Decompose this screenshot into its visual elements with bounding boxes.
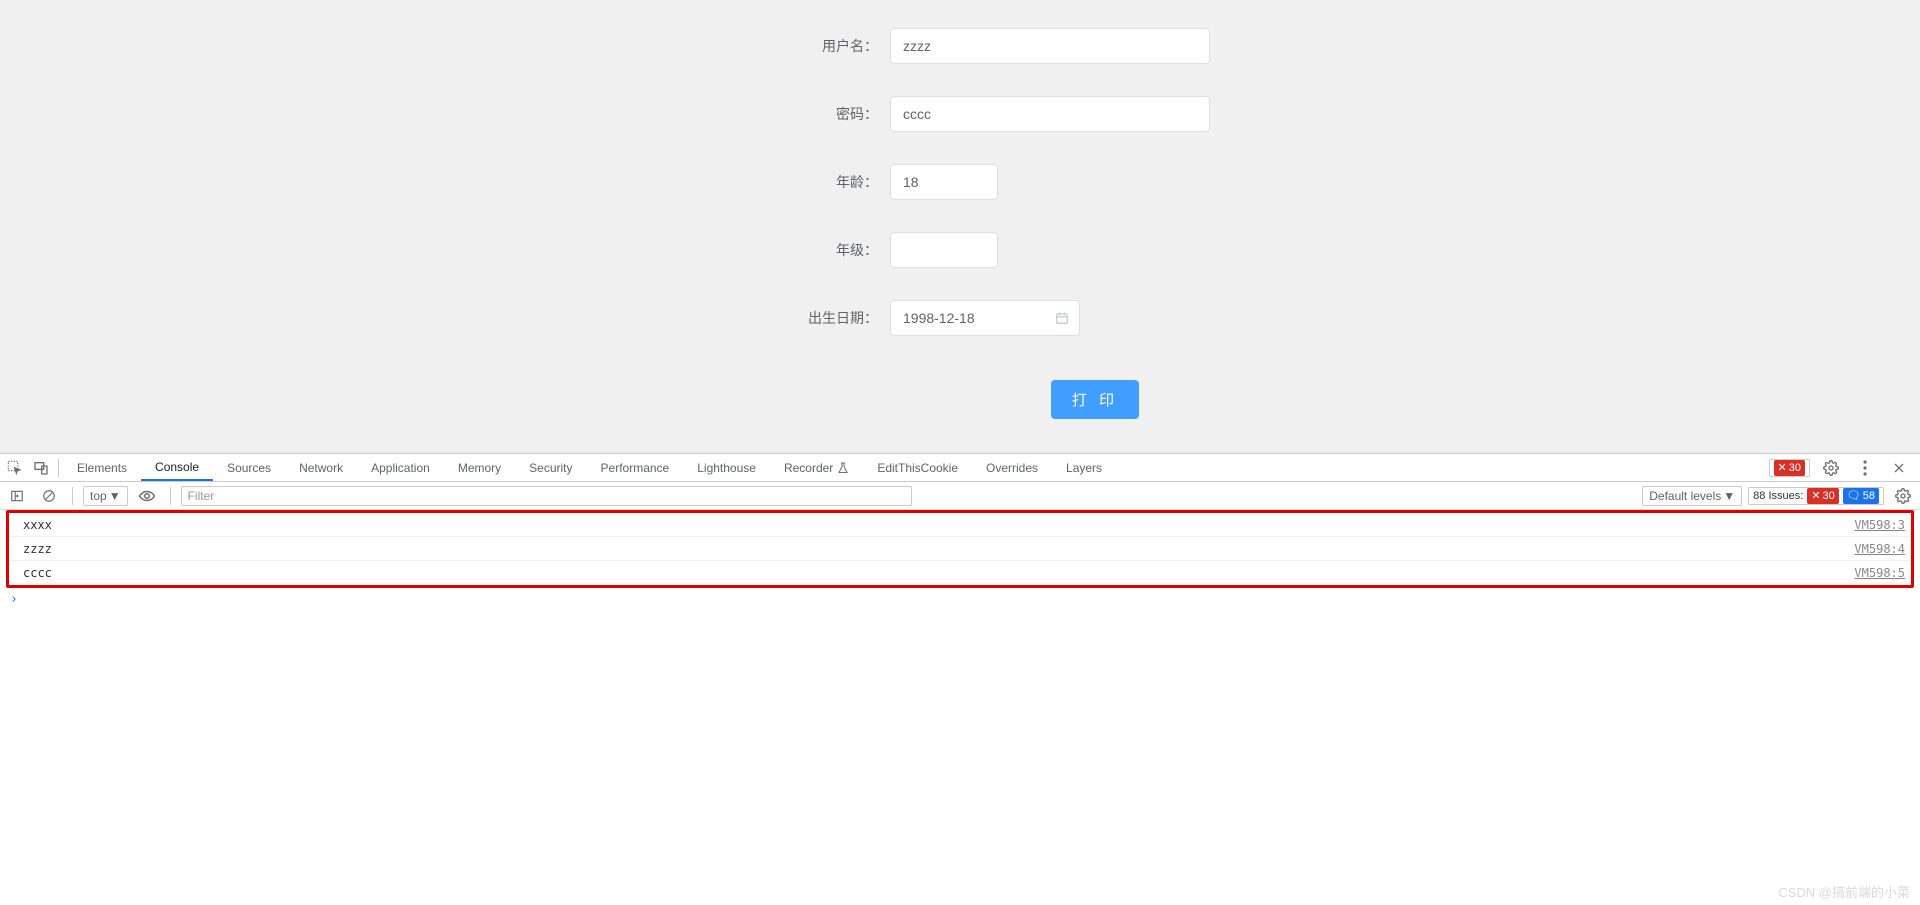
tab-performance[interactable]: Performance <box>587 454 684 481</box>
console-output: xxxx VM598:3 zzzz VM598:4 cccc VM598:5 › <box>0 510 1920 611</box>
console-source-link[interactable]: VM598:3 <box>1854 518 1905 532</box>
row-grade: 年级： <box>560 232 1360 268</box>
console-toolbar: top ▼ Filter Default levels ▼ 88 Issues:… <box>0 482 1920 510</box>
tab-memory[interactable]: Memory <box>444 454 515 481</box>
separator <box>72 487 73 505</box>
error-badge: ✕ 30 <box>1774 460 1805 476</box>
input-age[interactable] <box>890 164 998 200</box>
input-birth-value: 1998-12-18 <box>903 310 975 326</box>
levels-label: Default levels <box>1649 489 1721 503</box>
console-row[interactable]: xxxx VM598:3 <box>9 513 1911 537</box>
tab-sources[interactable]: Sources <box>213 454 285 481</box>
tab-console[interactable]: Console <box>141 454 213 481</box>
tab-lighthouse[interactable]: Lighthouse <box>683 454 770 481</box>
label-birth: 出生日期： <box>560 308 890 328</box>
input-grade[interactable] <box>890 232 998 268</box>
filter-input[interactable]: Filter <box>181 486 913 506</box>
tab-recorder-label: Recorder <box>784 461 833 475</box>
chevron-down-icon: ▼ <box>1723 489 1735 503</box>
tab-layers[interactable]: Layers <box>1052 454 1116 481</box>
issues-info-badge: 🗨 58 <box>1843 488 1879 504</box>
console-message: zzzz <box>23 542 52 556</box>
devtools-right-controls: ✕ 30 <box>1763 455 1918 481</box>
label-age: 年龄： <box>560 172 890 192</box>
filter-placeholder: Filter <box>188 489 215 503</box>
inspect-icon[interactable] <box>2 455 28 481</box>
more-icon[interactable] <box>1852 455 1878 481</box>
flask-icon <box>837 462 849 474</box>
tab-elements[interactable]: Elements <box>63 454 141 481</box>
clear-console-icon[interactable] <box>36 483 62 509</box>
tab-application[interactable]: Application <box>357 454 444 481</box>
levels-selector[interactable]: Default levels ▼ <box>1642 486 1742 506</box>
tab-overrides[interactable]: Overrides <box>972 454 1052 481</box>
tab-recorder[interactable]: Recorder <box>770 454 863 481</box>
error-count: 30 <box>1789 462 1801 474</box>
label-username: 用户名： <box>560 36 890 56</box>
label-grade: 年级： <box>560 240 890 260</box>
label-password: 密码： <box>560 104 890 124</box>
live-expression-icon[interactable] <box>134 483 160 509</box>
context-label: top <box>90 489 107 503</box>
row-birth: 出生日期： 1998-12-18 <box>560 300 1360 336</box>
issues-info-count: 58 <box>1863 490 1875 502</box>
devtools-tabs: Elements Console Sources Network Applica… <box>63 454 1763 481</box>
watermark: CSDN @搞前端的小菜 <box>1778 882 1910 901</box>
console-row[interactable]: cccc VM598:5 <box>9 561 1911 585</box>
console-settings-icon[interactable] <box>1890 483 1916 509</box>
row-username: 用户名： <box>560 28 1360 64</box>
console-message: cccc <box>23 566 52 580</box>
settings-icon[interactable] <box>1818 455 1844 481</box>
input-password[interactable] <box>890 96 1210 132</box>
print-button[interactable]: 打 印 <box>1051 380 1139 419</box>
calendar-icon <box>1055 311 1069 325</box>
console-row[interactable]: zzzz VM598:4 <box>9 537 1911 561</box>
sidebar-toggle-icon[interactable] <box>4 483 30 509</box>
console-prompt[interactable]: › <box>0 588 1920 611</box>
row-age: 年龄： <box>560 164 1360 200</box>
issues-pill[interactable]: 88 Issues: ✕ 30 🗨 58 <box>1748 487 1884 505</box>
context-selector[interactable]: top ▼ <box>83 486 128 506</box>
page-content: 用户名： 密码： 年龄： 年级： 出生日期： 1998-12-18 打 <box>0 0 1920 453</box>
device-toggle-icon[interactable] <box>28 455 54 481</box>
tab-security[interactable]: Security <box>515 454 586 481</box>
row-submit: 打 印 <box>560 380 1360 419</box>
input-birth-wrap[interactable]: 1998-12-18 <box>890 300 1080 336</box>
row-password: 密码： <box>560 96 1360 132</box>
input-username[interactable] <box>890 28 1210 64</box>
issues-error-count: 30 <box>1823 490 1835 502</box>
error-pill[interactable]: ✕ 30 <box>1769 459 1810 477</box>
issues-label: 88 Issues: <box>1753 490 1803 502</box>
devtools-panel: Elements Console Sources Network Applica… <box>0 453 1920 611</box>
chevron-down-icon: ▼ <box>109 489 121 503</box>
annotation-highlight: xxxx VM598:3 zzzz VM598:4 cccc VM598:5 <box>6 510 1914 588</box>
console-source-link[interactable]: VM598:5 <box>1854 566 1905 580</box>
close-icon[interactable] <box>1886 455 1912 481</box>
form: 用户名： 密码： 年龄： 年级： 出生日期： 1998-12-18 打 <box>0 12 1920 435</box>
console-message: xxxx <box>23 518 52 532</box>
separator <box>170 487 171 505</box>
tab-editthiscookie[interactable]: EditThisCookie <box>863 454 972 481</box>
console-source-link[interactable]: VM598:4 <box>1854 542 1905 556</box>
issues-error-badge: ✕ 30 <box>1807 488 1838 504</box>
separator <box>58 459 59 477</box>
devtools-tabbar: Elements Console Sources Network Applica… <box>0 454 1920 482</box>
tab-network[interactable]: Network <box>285 454 357 481</box>
